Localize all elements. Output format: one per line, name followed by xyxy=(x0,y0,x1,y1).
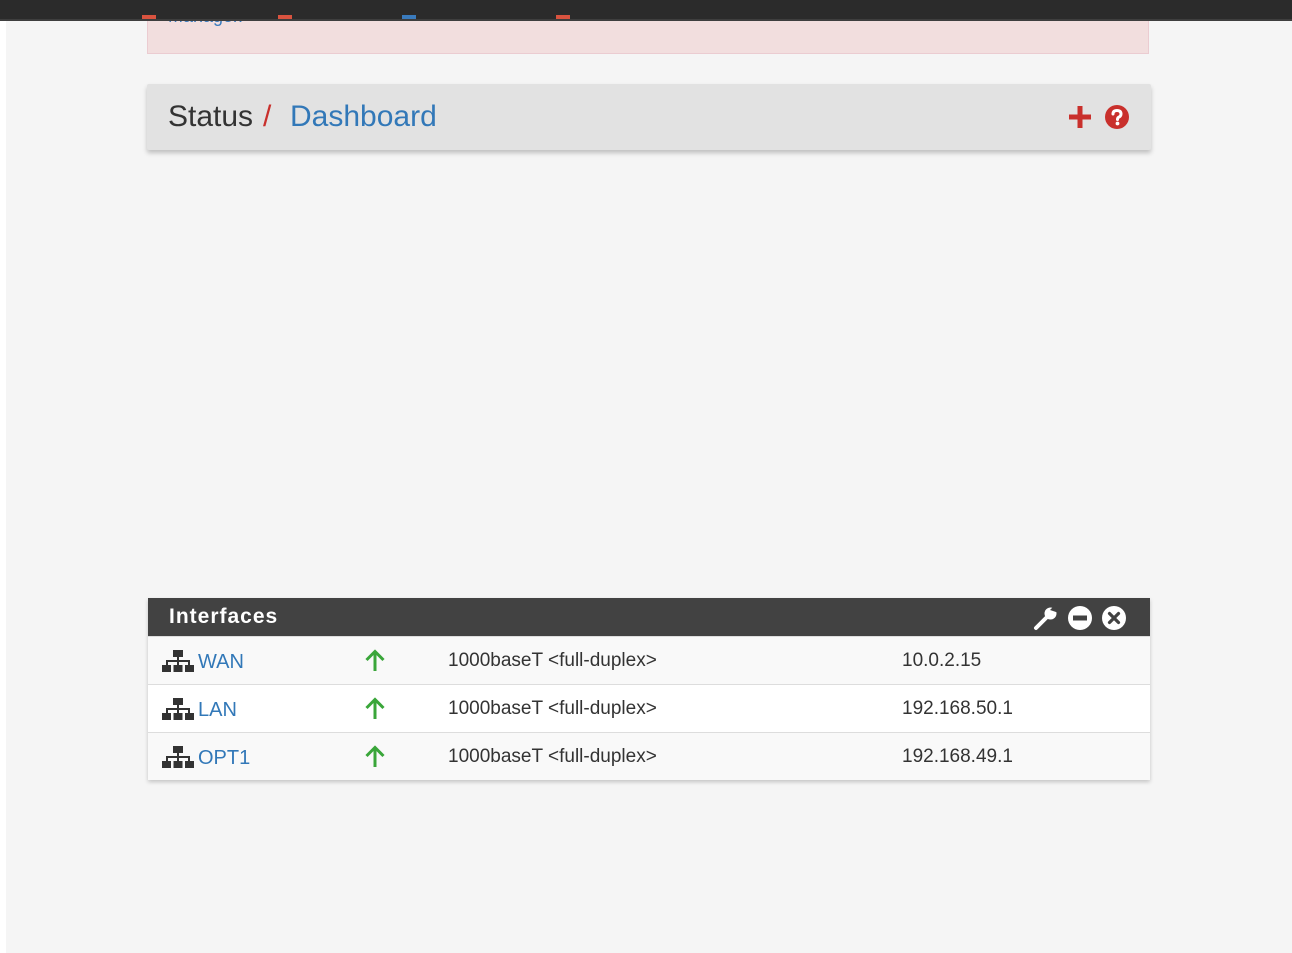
interfaces-widget: Interfaces WAN 1000baseT <full-duplex> 1… xyxy=(148,598,1150,780)
interface-media: 1000baseT <full-duplex> xyxy=(448,746,657,767)
widget-header: Interfaces xyxy=(148,598,1150,636)
sitemap-icon xyxy=(162,746,194,773)
top-bar-mark xyxy=(142,15,156,19)
table-row: LAN 1000baseT <full-duplex> 192.168.50.1 xyxy=(148,684,1150,732)
breadcrumb-separator: / xyxy=(263,100,272,133)
interface-ip: 10.0.2.15 xyxy=(902,650,982,671)
arrow-up-icon xyxy=(364,745,386,774)
question-circle-icon[interactable] xyxy=(1104,104,1130,130)
arrow-up-icon xyxy=(364,697,386,726)
arrow-up-icon xyxy=(364,649,386,678)
interface-media: 1000baseT <full-duplex> xyxy=(448,698,657,719)
minus-circle-icon[interactable] xyxy=(1067,605,1093,631)
top-bar xyxy=(0,0,1292,21)
close-circle-icon[interactable] xyxy=(1101,605,1127,631)
breadcrumb-status: Status xyxy=(168,100,254,133)
breadcrumb-dashboard[interactable]: Dashboard xyxy=(290,100,437,134)
top-bar-mark xyxy=(402,15,416,19)
interface-link-lan[interactable]: LAN xyxy=(198,699,237,722)
interface-link-wan[interactable]: WAN xyxy=(198,651,244,674)
widget-title: Interfaces xyxy=(169,605,279,628)
breadcrumb: Status / Dashboard xyxy=(147,84,1151,150)
top-bar-mark xyxy=(556,15,570,19)
table-row: OPT1 1000baseT <full-duplex> 192.168.49.… xyxy=(148,732,1150,780)
sitemap-icon xyxy=(162,698,194,725)
interface-ip: 192.168.50.1 xyxy=(902,698,1013,719)
sitemap-icon xyxy=(162,650,194,677)
wrench-icon[interactable] xyxy=(1033,605,1059,631)
top-bar-mark xyxy=(278,15,292,19)
interface-ip: 192.168.49.1 xyxy=(902,746,1013,767)
interface-link-opt1[interactable]: OPT1 xyxy=(198,747,250,770)
plus-icon[interactable] xyxy=(1067,104,1093,130)
interface-media: 1000baseT <full-duplex> xyxy=(448,650,657,671)
table-row: WAN 1000baseT <full-duplex> 10.0.2.15 xyxy=(148,636,1150,684)
